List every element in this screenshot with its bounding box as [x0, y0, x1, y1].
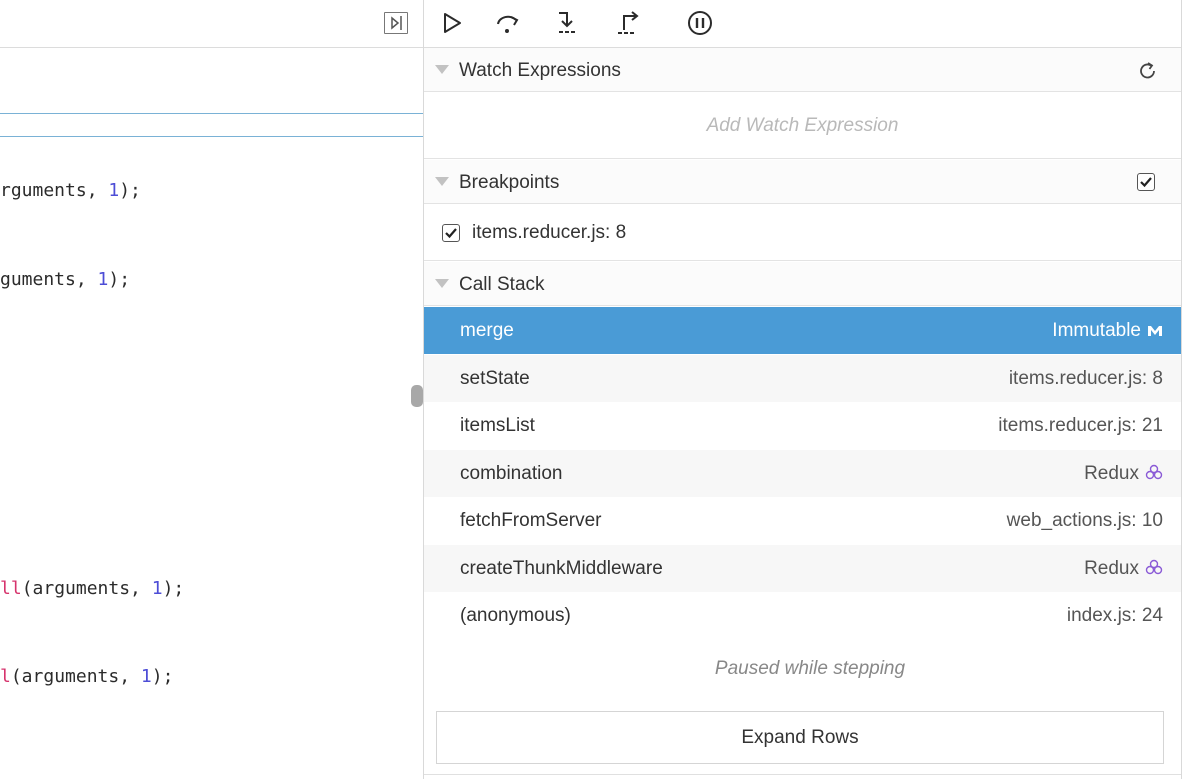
frame-name: createThunkMiddleware: [460, 558, 663, 579]
search-bar[interactable]: [0, 113, 424, 137]
call-stack-frame[interactable]: createThunkMiddleware Redux: [424, 545, 1181, 592]
collapse-triangle-icon[interactable]: [435, 65, 449, 74]
breakpoints-header[interactable]: Breakpoints: [424, 160, 1181, 204]
checkmark-icon: [1140, 177, 1152, 188]
call-stack-header[interactable]: Call Stack: [424, 262, 1181, 306]
toggle-sidebar-button[interactable]: [384, 12, 408, 34]
code-line: guments, 1);: [0, 269, 131, 290]
call-stack-frame[interactable]: setState items.reducer.js: 8: [424, 355, 1181, 402]
expand-rows-button[interactable]: Expand Rows: [436, 711, 1164, 764]
frame-location: items.reducer.js: 8: [1008, 368, 1163, 389]
add-watch-expression-input[interactable]: Add Watch Expression: [424, 93, 1181, 159]
step-in-icon: [559, 12, 577, 33]
step-over-button[interactable]: [495, 10, 521, 36]
frame-location: Redux: [1084, 558, 1163, 580]
toggle-all-breakpoints-checkbox[interactable]: [1137, 173, 1155, 191]
editor-toolbar: [0, 0, 424, 48]
frame-name: itemsList: [460, 415, 535, 436]
frame-name: setState: [460, 368, 530, 389]
splitter-handle[interactable]: [411, 385, 423, 407]
step-out-button[interactable]: [616, 10, 642, 36]
frame-location: Immutable: [1052, 320, 1163, 342]
toggle-panel-icon: [391, 16, 402, 30]
watch-expressions-header[interactable]: Watch Expressions: [424, 48, 1181, 92]
window-edge: [1181, 0, 1200, 779]
frame-name: combination: [460, 463, 563, 484]
collapse-triangle-icon[interactable]: [435, 279, 449, 288]
call-stack-frame[interactable]: itemsList items.reducer.js: 21: [424, 402, 1181, 449]
call-stack-frame[interactable]: (anonymous) index.js: 24: [424, 592, 1181, 639]
bottom-divider: [424, 774, 1181, 775]
collapse-triangle-icon[interactable]: [435, 177, 449, 186]
step-over-icon: [497, 15, 519, 33]
frame-location: items.reducer.js: 21: [998, 415, 1163, 436]
breakpoint-item[interactable]: items.reducer.js: 8: [424, 208, 1181, 261]
code-line: l(arguments, 1);: [0, 666, 174, 687]
debugger-pane: Watch Expressions Add Watch Expression B…: [424, 0, 1181, 779]
breakpoints-title: Breakpoints: [459, 172, 560, 193]
call-stack-frame[interactable]: combination Redux: [424, 450, 1181, 497]
editor-pane: rguments, 1); guments, 1); ll(arguments,…: [0, 0, 424, 779]
frame-name: merge: [460, 320, 514, 341]
code-line: ll(arguments, 1);: [0, 578, 185, 599]
breakpoint-label: items.reducer.js: 8: [472, 222, 627, 243]
call-stack-frame[interactable]: fetchFromServer web_actions.js: 10: [424, 497, 1181, 544]
pause-on-exceptions-button[interactable]: [687, 10, 713, 36]
redux-icon: [1145, 559, 1163, 575]
refresh-icon[interactable]: [1138, 61, 1158, 86]
frame-location: Redux: [1084, 463, 1163, 485]
watch-expressions-title: Watch Expressions: [459, 60, 621, 81]
resume-button[interactable]: [439, 10, 465, 36]
paused-message: Paused while stepping: [714, 658, 906, 679]
frame-name: (anonymous): [460, 605, 571, 626]
pause-on-exceptions-icon: [688, 11, 712, 35]
frame-location: index.js: 24: [1066, 605, 1163, 626]
redux-icon: [1145, 464, 1163, 480]
code-line: rguments, 1);: [0, 180, 141, 201]
immutable-icon: [1148, 326, 1162, 336]
step-out-icon: [618, 11, 639, 34]
step-in-button[interactable]: [555, 10, 581, 36]
call-stack-frame[interactable]: merge Immutable: [424, 307, 1181, 354]
debugger-toolbar: [424, 0, 1181, 48]
frame-name: fetchFromServer: [460, 510, 602, 531]
call-stack-title: Call Stack: [459, 274, 545, 295]
breakpoint-checkbox[interactable]: [442, 224, 460, 242]
resume-icon: [444, 13, 461, 33]
frame-location: web_actions.js: 10: [1006, 510, 1163, 531]
checkmark-icon: [445, 228, 457, 239]
